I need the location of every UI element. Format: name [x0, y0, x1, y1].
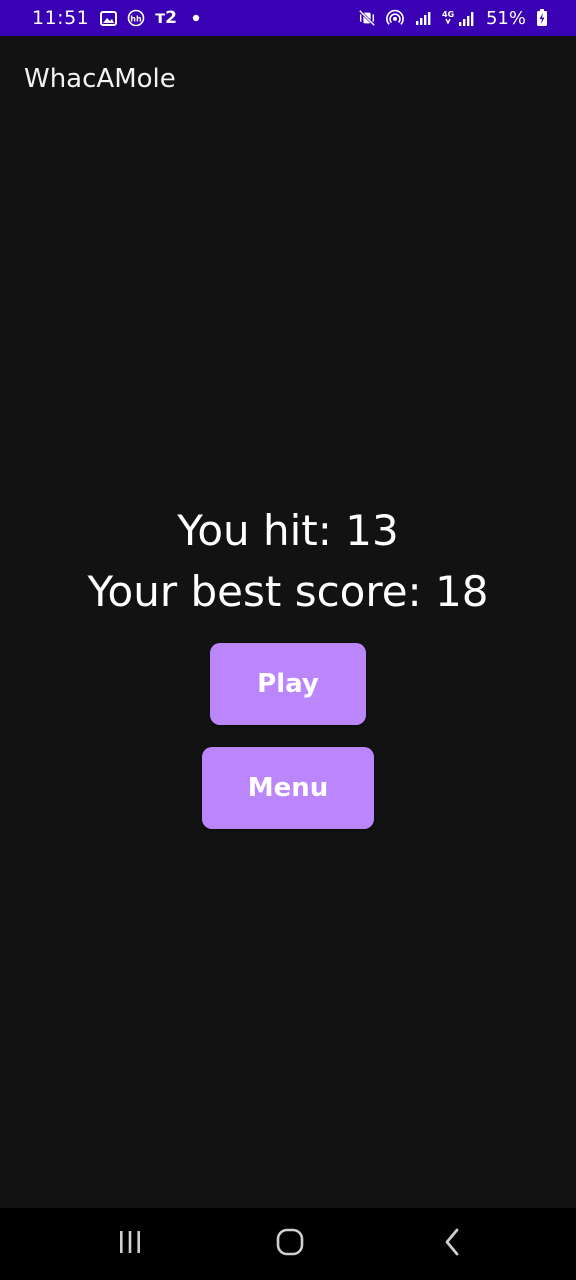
signal-icon: [414, 9, 432, 27]
hit-label: You hit:: [177, 506, 332, 555]
status-bar-left: 11:51 hh т2: [32, 7, 205, 29]
gallery-icon: [99, 9, 117, 27]
play-button[interactable]: Play: [210, 643, 366, 725]
recents-button[interactable]: [90, 1208, 170, 1280]
best-label: Your best score:: [87, 567, 422, 616]
t2-carrier-icon: т2: [155, 8, 177, 28]
4g-signal-icon: 4G: [442, 9, 476, 27]
network-label: 4G: [442, 10, 454, 19]
navigation-bar: [0, 1208, 576, 1280]
app-title: WhacAMole: [24, 64, 176, 94]
hh-app-icon: hh: [127, 9, 145, 27]
status-bar: 11:51 hh т2 4G 51%: [0, 0, 576, 36]
best-score-text: Your best score: 18: [0, 567, 576, 616]
app-bar: WhacAMole: [0, 36, 576, 124]
home-icon: [276, 1228, 304, 1261]
battery-charging-icon: [536, 9, 548, 27]
status-bar-right: 4G 51%: [358, 8, 548, 29]
recents-icon: [117, 1230, 143, 1259]
menu-button[interactable]: Menu: [202, 747, 374, 829]
hit-score-text: You hit: 13: [0, 506, 576, 555]
back-button[interactable]: [412, 1208, 492, 1280]
home-button[interactable]: [250, 1208, 330, 1280]
back-icon: [443, 1228, 461, 1261]
status-time: 11:51: [32, 7, 90, 29]
hit-value: 13: [345, 506, 399, 555]
svg-text:hh: hh: [131, 15, 143, 24]
hotspot-icon: [386, 9, 404, 27]
battery-percent: 51%: [485, 7, 526, 29]
mute-vibrate-icon: [358, 9, 376, 27]
notification-dot-icon: [187, 9, 205, 27]
best-value: 18: [435, 567, 489, 616]
